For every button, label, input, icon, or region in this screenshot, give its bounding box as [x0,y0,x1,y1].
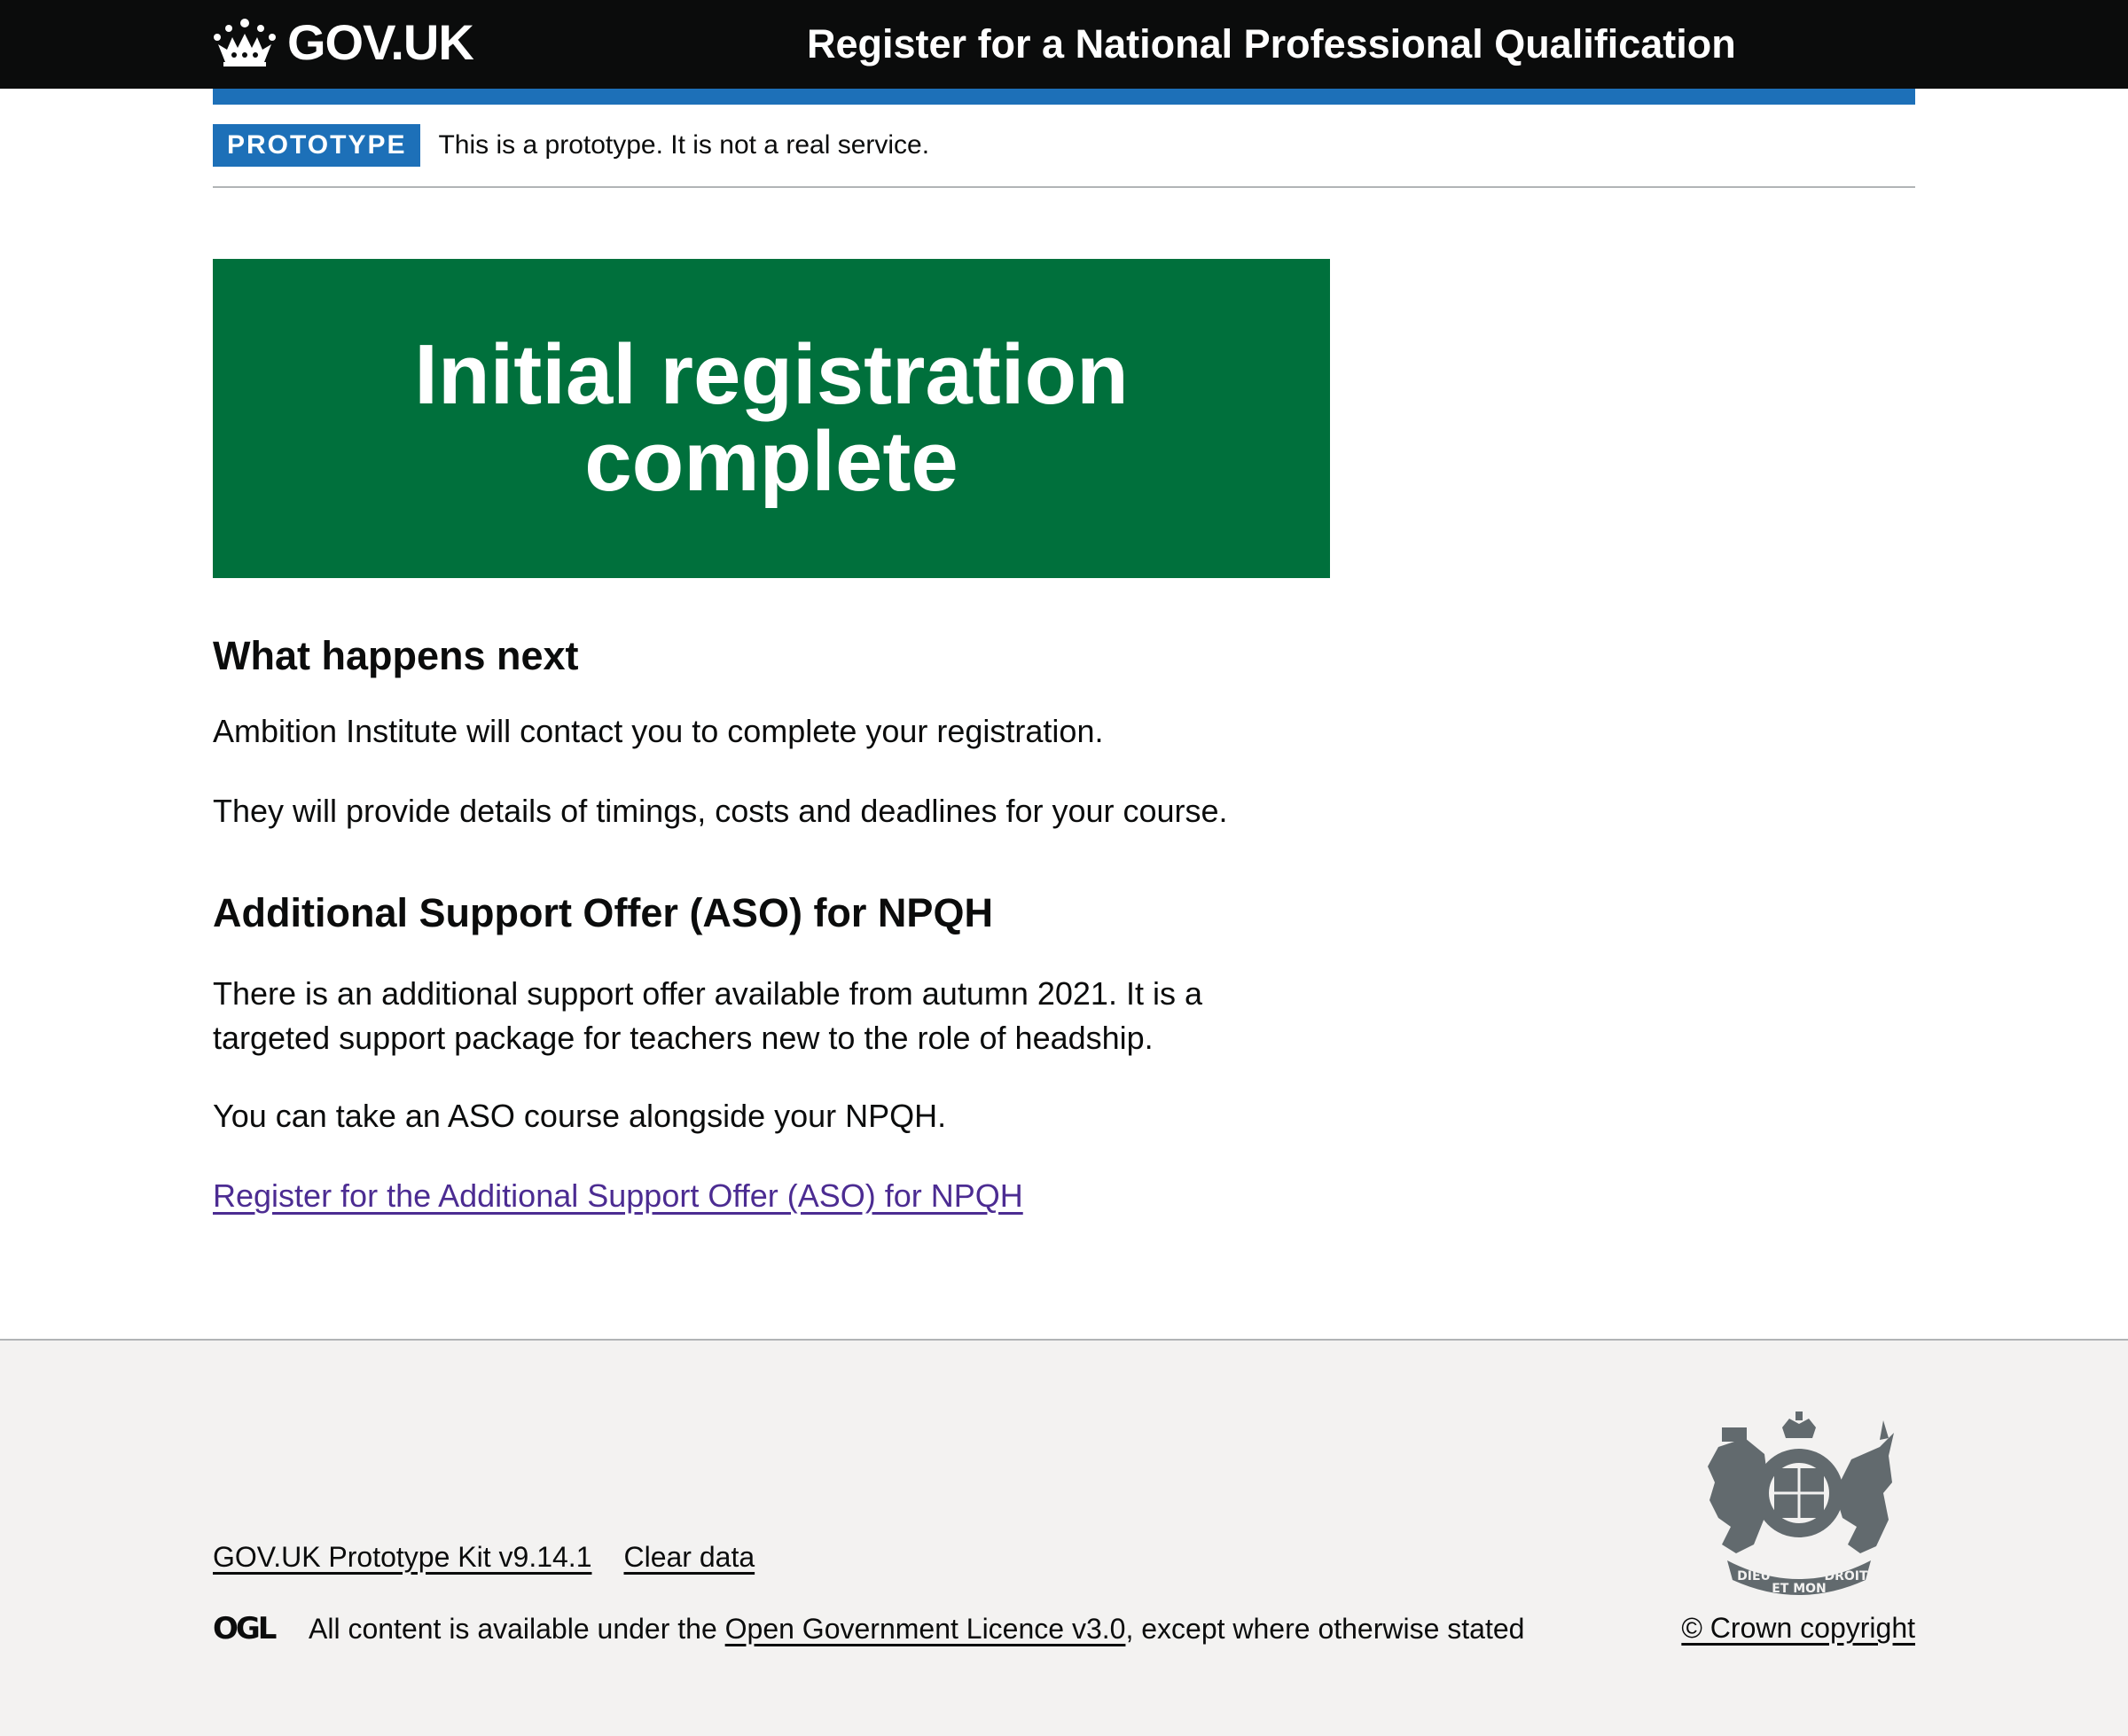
licence-text: All content is available under the Open … [309,1613,1524,1646]
details-paragraph: They will provide details of timings, co… [213,793,1228,829]
aso-heading: Additional Support Offer (ASO) for NPQH [213,890,993,935]
logo-text: GOV.UK [287,14,474,70]
ogl-logo-icon: OGL [213,1611,286,1646]
main-content: Initial registration complete What happe… [213,259,1330,1218]
site-footer: DIEU ET MON DROIT GOV.UK Prototype Kit v… [0,1339,2128,1736]
header-blue-bar [213,89,1915,105]
phase-banner: PROTOTYPE This is a prototype. It is not… [213,105,1915,188]
header-container: GOV.UK Register for a National Professio… [213,0,1915,89]
ogl-logo-text: OGL [213,1612,277,1642]
crown-copyright-link[interactable]: © Crown copyright [1681,1612,1915,1645]
confirmation-panel: Initial registration complete [213,259,1330,578]
site-header: GOV.UK Register for a National Professio… [0,0,2128,89]
register-aso-link[interactable]: Register for the Additional Support Offe… [213,1174,1023,1218]
clear-data-link[interactable]: Clear data [623,1541,755,1574]
licence-suffix: , except where otherwise stated [1125,1613,1525,1645]
panel-title: Initial registration complete [414,327,1129,509]
aso-description: There is an additional support offer ava… [213,975,1202,1056]
govuk-logo-link[interactable]: GOV.UK [213,14,474,70]
contact-paragraph: Ambition Institute will contact you to c… [213,713,1104,749]
footer-meta-links: GOV.UK Prototype Kit v9.14.1 Clear data [213,1541,755,1574]
crown-icon [214,19,276,66]
licence-prefix: All content is available under the [309,1613,725,1645]
aso-alongside-paragraph: You can take an ASO course alongside you… [213,1098,947,1134]
royal-coat-of-arms-icon: DIEU ET MON DROIT [1708,1411,1894,1596]
service-name-link[interactable]: Register for a National Professional Qua… [807,20,1736,69]
licence-row: OGL All content is available under the O… [213,1611,1524,1646]
prototype-kit-link[interactable]: GOV.UK Prototype Kit v9.14.1 [213,1541,591,1574]
crest-motto-dieu: DIEU [1737,1569,1771,1584]
crest-motto-droit: DROIT [1824,1569,1868,1584]
phase-text: This is a prototype. It is not a real se… [438,130,930,160]
what-happens-next-heading: What happens next [213,633,579,678]
crest-motto-et-mon: ET MON [1772,1582,1827,1596]
ogl-licence-link[interactable]: Open Government Licence v3.0 [725,1613,1126,1645]
phase-tag: PROTOTYPE [213,124,421,167]
